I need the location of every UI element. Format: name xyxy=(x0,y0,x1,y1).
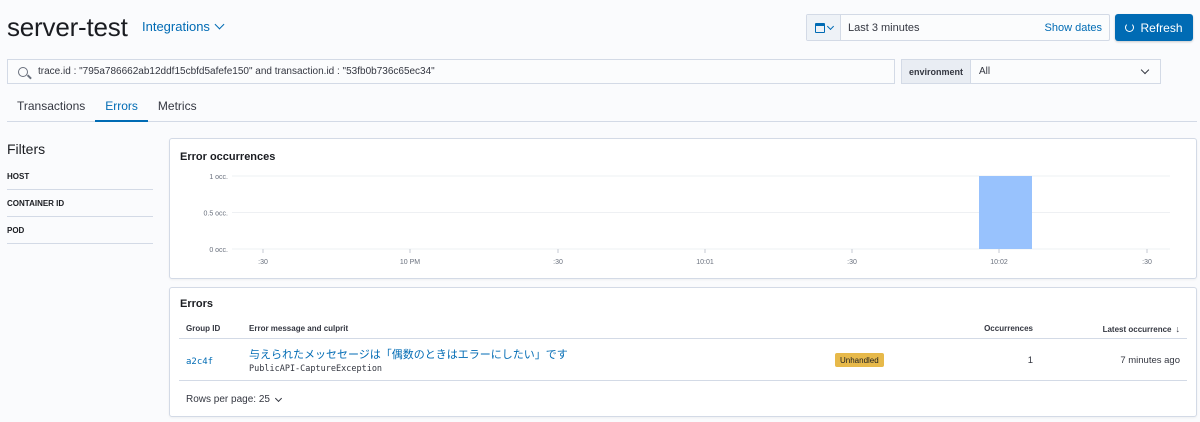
status-badge: Unhandled xyxy=(835,353,884,367)
rows-per-page-label: Rows per page: 25 xyxy=(186,394,270,405)
quick-select-button[interactable] xyxy=(807,15,841,40)
tab-metrics[interactable]: Metrics xyxy=(148,92,207,122)
errors-panel: Errors Group ID Error message and culpri… xyxy=(169,287,1197,417)
latest-occurrence-value: 7 minutes ago xyxy=(1120,355,1180,366)
col-latest-label: Latest occurrence xyxy=(1102,324,1172,334)
chevron-down-icon xyxy=(1140,65,1150,74)
date-picker[interactable]: Last 3 minutes Show dates xyxy=(806,14,1110,41)
error-culprit: PublicAPI-CaptureException xyxy=(249,364,383,374)
calendar-icon xyxy=(814,22,825,33)
environment-select[interactable]: environment All xyxy=(901,59,1161,84)
refresh-button[interactable]: Refresh xyxy=(1115,14,1193,41)
search-input[interactable]: trace.id : "795a786662ab12ddf15cbfd5afef… xyxy=(38,66,435,77)
refresh-label: Refresh xyxy=(1140,20,1183,35)
group-id-link[interactable]: a2c4f xyxy=(186,357,213,367)
occurrences-value: 1 xyxy=(1027,355,1033,366)
page-title: server-test xyxy=(7,12,128,42)
environment-value[interactable]: All xyxy=(971,66,1142,77)
x-tick-label: 10:01 xyxy=(696,259,714,266)
x-tick-label: :30 xyxy=(1142,259,1152,266)
bar xyxy=(979,176,1032,249)
show-dates-button[interactable]: Show dates xyxy=(1045,22,1109,34)
filters-title: Filters xyxy=(7,141,46,157)
tab-transactions[interactable]: Transactions xyxy=(7,92,95,122)
rows-per-page-select[interactable]: Rows per page: 25 xyxy=(186,394,282,405)
integrations-label: Integrations xyxy=(142,19,210,34)
y-tick-label: 1 occ. xyxy=(209,174,228,181)
y-tick-label: 0 occ. xyxy=(209,247,228,254)
date-range-text[interactable]: Last 3 minutes xyxy=(841,22,1045,34)
y-tick-label: 0.5 occ. xyxy=(203,211,228,218)
sort-down-icon: ↓ xyxy=(1175,324,1181,334)
col-occurrences[interactable]: Occurrences xyxy=(984,324,1033,333)
error-occurrences-panel: Error occurrences 1 occ. 0.5 occ. 0 occ.:3… xyxy=(169,138,1197,279)
row-divider xyxy=(179,380,1187,381)
chevron-down-icon xyxy=(826,22,834,30)
environment-label: environment xyxy=(902,60,972,83)
chevron-down-icon xyxy=(214,19,225,30)
integrations-menu[interactable]: Integrations xyxy=(142,19,225,34)
errors-title: Errors xyxy=(180,298,214,310)
x-tick-label: 10 PM xyxy=(400,259,420,266)
col-group-id[interactable]: Group ID xyxy=(186,324,220,333)
filter-host[interactable]: HOST xyxy=(7,163,153,190)
header-divider xyxy=(179,338,1187,339)
col-latest-occurrence[interactable]: Latest occurrence ↓ xyxy=(1103,324,1180,334)
chevron-down-icon xyxy=(274,394,282,402)
col-error-message[interactable]: Error message and culprit xyxy=(249,324,348,333)
error-message-link[interactable]: 与えられたメッセセージは「偶数のときはエラーにしたい」です xyxy=(249,346,568,362)
tab-errors[interactable]: Errors xyxy=(95,92,148,122)
filter-container-id[interactable]: CONTAINER ID xyxy=(7,190,153,217)
search-bar[interactable]: trace.id : "795a786662ab12ddf15cbfd5afef… xyxy=(7,59,895,84)
tab-bar: Transactions Errors Metrics xyxy=(7,92,1197,122)
filter-pod[interactable]: POD xyxy=(7,217,153,244)
error-occurrences-chart: 1 occ. 0.5 occ. 0 occ. :30 10 PM :30 10:01 :30 1… xyxy=(203,174,1170,266)
search-icon xyxy=(18,66,28,77)
x-tick-label: :30 xyxy=(847,259,857,266)
x-tick-label: :30 xyxy=(553,259,563,266)
x-tick-label: 10:02 xyxy=(990,259,1008,266)
refresh-icon xyxy=(1125,23,1135,32)
x-tick-label: :30 xyxy=(258,259,268,266)
